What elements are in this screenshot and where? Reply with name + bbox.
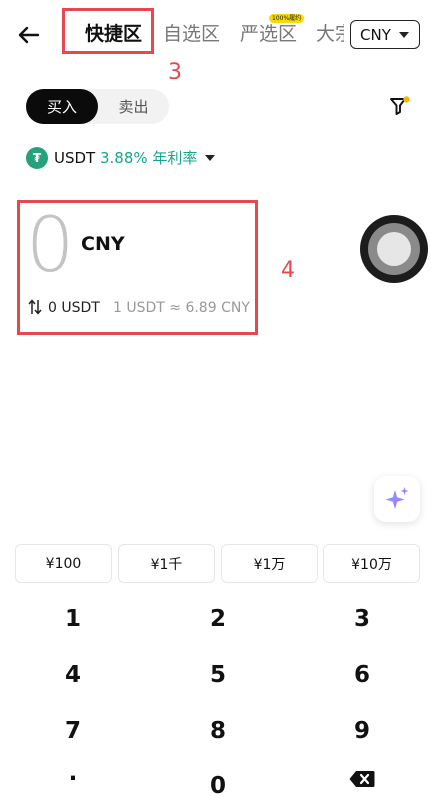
quick-amount-100[interactable]: ¥100 <box>15 544 112 583</box>
tab-select-zone[interactable]: 严选区 <box>240 20 297 48</box>
tab-watchlist-zone[interactable]: 自选区 <box>163 20 220 48</box>
backspace-icon <box>349 771 375 787</box>
usdt-amount: 0 USDT <box>48 300 100 316</box>
tab-bulk-zone[interactable]: 大宗 <box>316 20 344 50</box>
annotation-label-3: 3 <box>168 60 182 85</box>
sparkle-icon <box>385 487 409 509</box>
coin-chevron-down-icon[interactable] <box>205 155 215 161</box>
key-5[interactable]: 5 <box>168 655 268 695</box>
floating-touch-core <box>377 232 411 266</box>
swap-arrows-icon[interactable] <box>28 299 42 315</box>
key-8[interactable]: 8 <box>168 711 268 751</box>
usdt-coin-icon: ₮ <box>26 147 48 169</box>
key-1[interactable]: 1 <box>23 599 123 639</box>
key-9[interactable]: 9 <box>312 711 412 751</box>
annotation-box-3 <box>62 8 154 54</box>
key-2[interactable]: 2 <box>168 599 268 639</box>
exchange-rate: 1 USDT ≈ 6.89 CNY <box>113 300 250 316</box>
coin-name[interactable]: USDT <box>54 147 95 169</box>
filter-icon[interactable] <box>387 94 411 118</box>
back-arrow-icon[interactable] <box>14 20 44 50</box>
key-3[interactable]: 3 <box>312 599 412 639</box>
key-6[interactable]: 6 <box>312 655 412 695</box>
tab-bulk-label: 大宗 <box>316 23 344 45</box>
annotation-label-4: 4 <box>281 258 295 283</box>
quick-amount-1k[interactable]: ¥1千 <box>118 544 215 583</box>
fulfillment-badge: 100%履约 <box>269 14 305 23</box>
buy-tab[interactable]: 买入 <box>26 89 98 124</box>
coin-apr[interactable]: 3.88% 年利率 <box>100 147 197 169</box>
amount-value[interactable]: 0 <box>26 200 74 290</box>
key-0[interactable]: 0 <box>168 766 268 797</box>
chevron-down-icon <box>398 31 409 38</box>
amount-currency: CNY <box>81 233 125 255</box>
ai-assistant-button[interactable] <box>374 476 420 522</box>
key-decimal[interactable]: · <box>23 759 123 797</box>
quick-amount-100k[interactable]: ¥10万 <box>323 544 420 583</box>
key-4[interactable]: 4 <box>23 655 123 695</box>
key-backspace[interactable] <box>312 759 412 797</box>
sell-tab[interactable]: 卖出 <box>98 89 169 124</box>
currency-label: CNY <box>360 25 391 44</box>
quick-amount-10k[interactable]: ¥1万 <box>221 544 318 583</box>
key-7[interactable]: 7 <box>23 711 123 751</box>
currency-selector[interactable]: CNY <box>350 20 420 49</box>
